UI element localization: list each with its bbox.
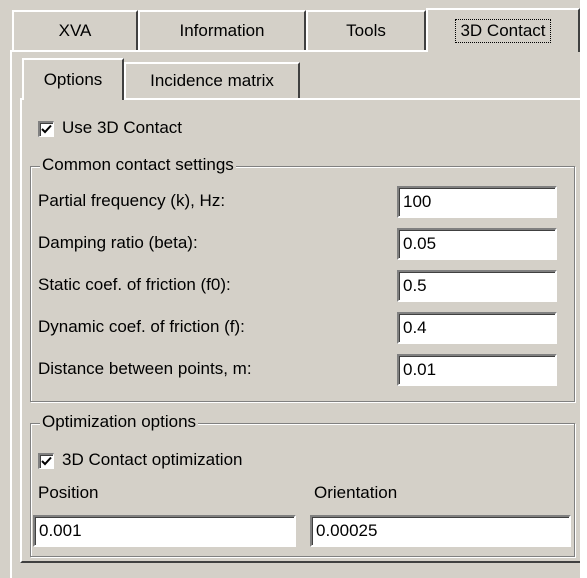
tab-xva[interactable]: XVA — [12, 10, 138, 50]
dynamic-friction-input[interactable] — [397, 312, 557, 344]
static-friction-input[interactable] — [397, 270, 557, 302]
optimization-options-title: Optimization options — [40, 412, 199, 432]
common-contact-settings-title: Common contact settings — [40, 155, 236, 175]
orientation-input[interactable] — [310, 515, 571, 547]
damping-ratio-label: Damping ratio (beta): — [38, 233, 198, 252]
damping-ratio-input[interactable] — [397, 228, 557, 260]
position-label: Position — [38, 483, 99, 502]
partial-frequency-label: Partial frequency (k), Hz: — [38, 191, 226, 210]
checkmark-icon — [41, 456, 52, 466]
frame-edge — [580, 0, 587, 578]
tab-options[interactable]: Options — [22, 58, 124, 100]
tab-information[interactable]: Information — [138, 10, 306, 50]
dynamic-friction-label: Dynamic coef. of friction (f): — [38, 317, 245, 336]
distance-between-points-input[interactable] — [397, 354, 557, 386]
tab-tools-label: Tools — [346, 21, 386, 40]
checkmark-icon — [41, 124, 52, 134]
use-3d-contact-label: Use 3D Contact — [62, 118, 182, 137]
tab-3d-contact-label: 3D Contact — [455, 19, 551, 43]
partial-frequency-input[interactable] — [397, 186, 557, 218]
tab-incidence-matrix[interactable]: Incidence matrix — [124, 62, 300, 98]
distance-between-points-label: Distance between points, m: — [38, 359, 252, 378]
orientation-label: Orientation — [314, 483, 398, 502]
tab-tools[interactable]: Tools — [306, 10, 426, 50]
position-input[interactable] — [33, 515, 296, 547]
tab-xva-label: XVA — [58, 21, 92, 40]
tab-incidence-matrix-label: Incidence matrix — [150, 71, 274, 90]
static-friction-label: Static coef. of friction (f0): — [38, 275, 231, 294]
tab-3d-contact[interactable]: 3D Contact — [426, 8, 580, 52]
use-3d-contact-checkbox[interactable] — [38, 121, 54, 137]
tab-options-label: Options — [43, 70, 103, 89]
tab-information-label: Information — [179, 21, 265, 40]
3d-contact-optimization-checkbox[interactable] — [38, 453, 54, 469]
3d-contact-optimization-label: 3D Contact optimization — [62, 450, 243, 469]
